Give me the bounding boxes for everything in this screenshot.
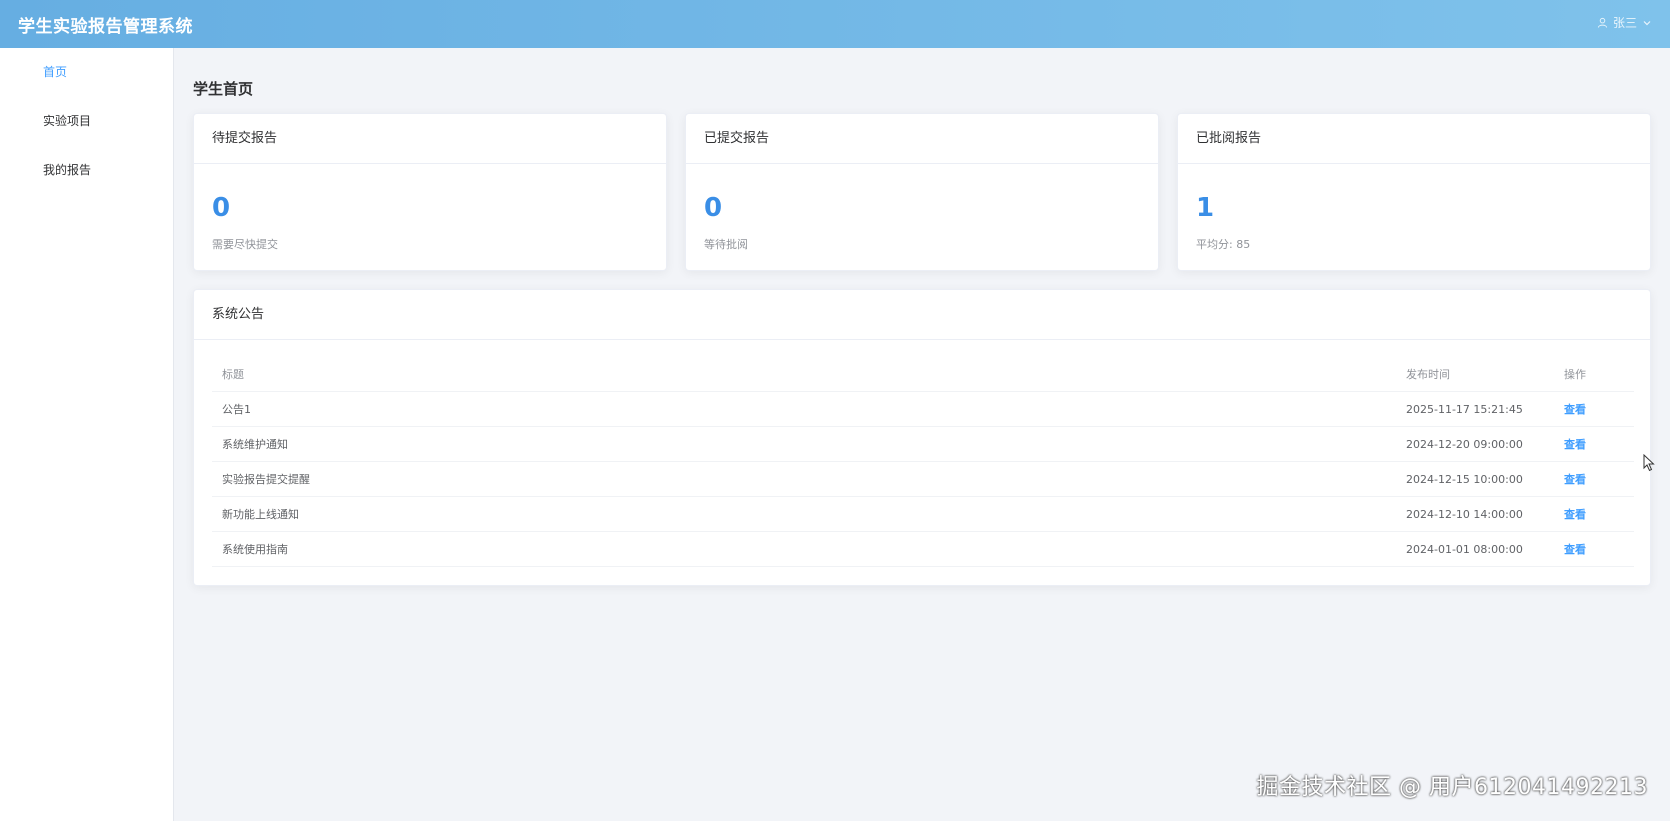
page-title: 学生首页	[193, 80, 254, 98]
stat-card-title: 已提交报告	[686, 114, 1158, 164]
table-row: 系统维护通知 2024-12-20 09:00:00 查看	[212, 427, 1634, 462]
notice-time: 2024-01-01 08:00:00	[1406, 542, 1523, 556]
sidebar-item-home[interactable]: 首页	[0, 48, 173, 97]
notice-table: 标题 发布时间 操作 公告1 2025-11-17 15:21:45 查看 系统…	[212, 357, 1634, 567]
user-menu[interactable]: 张三	[1597, 14, 1652, 31]
stat-card-title: 已批阅报告	[1178, 114, 1650, 164]
table-row: 新功能上线通知 2024-12-10 14:00:00 查看	[212, 497, 1634, 532]
view-link[interactable]: 查看	[1564, 543, 1586, 556]
sidebar-item-experiments[interactable]: 实验项目	[0, 97, 173, 146]
notice-title: 实验报告提交提醒	[222, 473, 310, 486]
table-row: 实验报告提交提醒 2024-12-15 10:00:00 查看	[212, 462, 1634, 497]
column-header-title: 标题	[222, 368, 244, 381]
notice-time: 2025-11-17 15:21:45	[1406, 402, 1523, 416]
notice-time: 2024-12-20 09:00:00	[1406, 437, 1523, 451]
stat-desc: 需要尽快提交	[212, 238, 278, 251]
stat-card-pending: 待提交报告 0 需要尽快提交	[193, 113, 667, 271]
main-content: 学生首页 待提交报告 0 需要尽快提交 已提交报告 0 等待批阅 已批阅报告 1…	[175, 48, 1670, 821]
notice-card-title: 系统公告	[194, 290, 1650, 340]
stat-card-submitted: 已提交报告 0 等待批阅	[685, 113, 1159, 271]
stat-value: 0	[704, 193, 723, 223]
chevron-down-icon	[1642, 18, 1652, 28]
notice-title: 公告1	[222, 403, 251, 416]
top-header: 学生实验报告管理系统 张三	[0, 0, 1670, 48]
notice-time: 2024-12-15 10:00:00	[1406, 472, 1523, 486]
sidebar-item-my-reports[interactable]: 我的报告	[0, 146, 173, 195]
stat-value: 0	[212, 193, 231, 223]
mouse-pointer-icon	[1643, 453, 1655, 476]
stat-desc: 等待批阅	[704, 238, 748, 251]
view-link[interactable]: 查看	[1564, 508, 1586, 521]
stat-card-reviewed: 已批阅报告 1 平均分: 85	[1177, 113, 1651, 271]
column-header-time: 发布时间	[1406, 368, 1450, 381]
table-row: 公告1 2025-11-17 15:21:45 查看	[212, 392, 1634, 427]
view-link[interactable]: 查看	[1564, 438, 1586, 451]
user-icon	[1597, 17, 1608, 28]
sidebar: 首页 实验项目 我的报告	[0, 48, 174, 821]
column-header-op: 操作	[1564, 368, 1586, 381]
notice-title: 新功能上线通知	[222, 508, 299, 521]
notice-title: 系统使用指南	[222, 543, 288, 556]
user-name: 张三	[1612, 16, 1637, 30]
stat-card-title: 待提交报告	[194, 114, 666, 164]
notice-card: 系统公告 标题 发布时间 操作 公告1 2025-11-17 15:21:45 …	[193, 289, 1651, 586]
watermark: 掘金技术社区 @ 用户612041492213	[1256, 775, 1648, 800]
stat-value: 1	[1196, 193, 1215, 223]
notice-title: 系统维护通知	[222, 438, 288, 451]
view-link[interactable]: 查看	[1564, 473, 1586, 486]
notice-time: 2024-12-10 14:00:00	[1406, 507, 1523, 521]
table-row: 系统使用指南 2024-01-01 08:00:00 查看	[212, 532, 1634, 567]
view-link[interactable]: 查看	[1564, 403, 1586, 416]
stat-desc: 平均分: 85	[1196, 238, 1251, 251]
stat-cards: 待提交报告 0 需要尽快提交 已提交报告 0 等待批阅 已批阅报告 1 平均分:…	[193, 113, 1651, 271]
table-header-row: 标题 发布时间 操作	[212, 357, 1634, 392]
app-title: 学生实验报告管理系统	[18, 16, 193, 37]
